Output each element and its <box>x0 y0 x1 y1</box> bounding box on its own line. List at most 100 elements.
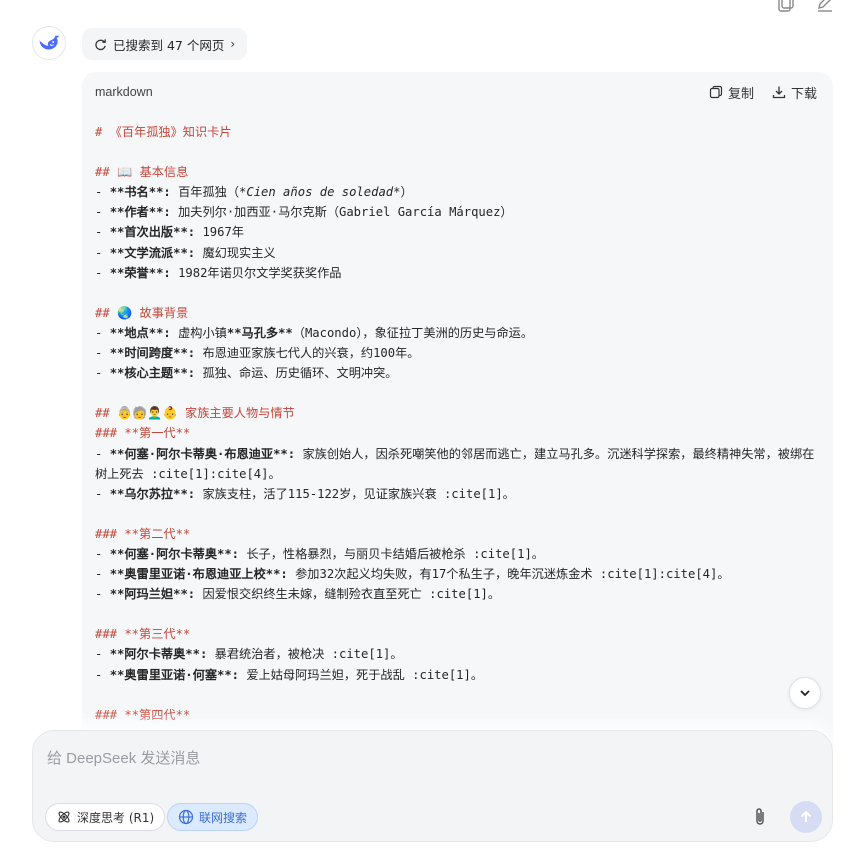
code-token: **核心主题**: <box>109 366 196 381</box>
code-token: - <box>95 446 110 461</box>
code-token: - <box>95 185 110 200</box>
scroll-to-bottom-button[interactable] <box>789 677 821 709</box>
code-token: - <box>95 325 110 340</box>
code-token: - <box>95 205 110 220</box>
paperclip-icon <box>756 808 764 825</box>
code-token: ## 🌏 故事背景 <box>95 305 189 320</box>
code-line: - **何塞·阿尔卡蒂奥**: 长子，性格暴烈，与丽贝卡结婚后被枪杀 :cite… <box>95 544 820 564</box>
code-token: 暴君统治者，被枪决 :cite[1]。 <box>207 647 403 662</box>
code-token: - <box>95 486 110 501</box>
deepseek-avatar <box>32 26 66 60</box>
download-code-button[interactable]: 下载 <box>772 83 817 102</box>
code-line: ## 🌏 故事背景 <box>95 303 820 323</box>
code-line: - **核心主题**: 孤独、命运、历史循环、文明冲突。 <box>95 363 820 383</box>
code-token: **地点**: <box>109 325 171 340</box>
code-token: **首次出版**: <box>109 225 196 240</box>
chevron-down-icon <box>800 690 810 697</box>
code-token: **阿玛兰妲**: <box>109 587 196 602</box>
whale-logo-icon <box>39 35 59 50</box>
code-line: - **作者**: 加夫列尔·加西亚·马尔克斯（Gabriel García M… <box>95 202 820 222</box>
copy-label: 复制 <box>727 86 754 102</box>
code-token: ### **第三代** <box>95 627 191 642</box>
code-line: - **阿尔卡蒂奥**: 暴君统治者，被枪决 :cite[1]。 <box>95 644 820 664</box>
code-token: **马孔多** <box>226 325 293 340</box>
code-line: - **奥雷里亚诺·何塞**: 爱上姑母阿玛兰妲，死于战乱 :cite[1]。 <box>95 665 820 685</box>
code-token: 因爱恨交织终生未嫁，缝制殓衣直至死亡 :cite[1]。 <box>195 587 501 602</box>
message-composer: 深度思考 (R1) 联网搜索 <box>32 730 833 842</box>
code-line: - **文学流派**: 魔幻现实主义 <box>95 243 820 263</box>
code-line: - **书名**: 百年孤独（*Cien años de soledad*） <box>95 182 820 202</box>
code-token: **奥雷里亚诺·何塞**: <box>109 667 240 682</box>
code-token: 爱上姑母阿玛兰妲，死于战乱 :cite[1]。 <box>239 667 484 682</box>
code-line: ## 📖 基本信息 <box>95 162 820 182</box>
code-token: ### **第一代** <box>95 426 191 441</box>
code-line: ### **第三代** <box>95 624 820 644</box>
code-token: 百年孤独（ <box>170 185 240 200</box>
send-button[interactable] <box>790 801 822 833</box>
code-token: # 《百年孤独》知识卡片 <box>95 125 232 139</box>
code-token: **何塞·阿尔卡蒂奥·布恩迪亚**: <box>109 446 296 461</box>
code-line: - **奥雷里亚诺·布恩迪亚上校**: 参加32次起义均失败，有17个私生子，晚… <box>95 564 820 584</box>
code-token: - <box>95 225 110 240</box>
web-search-toggle[interactable]: 联网搜索 <box>167 803 259 831</box>
code-token: 1967年 <box>195 225 244 240</box>
chevron-right-icon: › <box>230 37 236 51</box>
download-label: 下载 <box>790 86 817 102</box>
edit-icon[interactable] <box>815 0 835 12</box>
code-token: - <box>95 567 110 582</box>
message-input[interactable] <box>47 743 747 773</box>
refresh-search-icon <box>95 38 106 50</box>
code-line: - **荣誉**: 1982年诺贝尔文学奖获奖作品 <box>95 263 820 283</box>
code-token: ） <box>400 185 413 200</box>
attach-file-button[interactable] <box>746 803 774 831</box>
code-token: ## 👵🧓👨‍🦱👶 家族主要人物与情节 <box>95 406 295 421</box>
code-token: **奥雷里亚诺·布恩迪亚上校**: <box>109 567 288 582</box>
code-line: - **乌尔苏拉**: 家族支柱，活了115-122岁，见证家族兴衰 :cite… <box>95 484 820 504</box>
code-token: - <box>95 265 110 280</box>
code-line: - **地点**: 虚构小镇**马孔多**（Macondo），象征拉丁美洲的历史… <box>95 323 820 343</box>
copy-icon[interactable] <box>777 0 797 12</box>
code-block: markdown 复制 下载 # 《百年孤独》知识卡片 ## 📖 基本信息 - **… <box>82 72 833 792</box>
code-block-header: markdown 复制 下载 <box>82 72 833 112</box>
copy-icon <box>709 85 723 99</box>
copy-code-button[interactable]: 复制 <box>709 83 754 102</box>
code-token: 孤独、命运、历史循环、文明冲突。 <box>195 366 398 381</box>
code-line: # 《百年孤独》知识卡片 <box>95 122 820 142</box>
code-line: - **何塞·阿尔卡蒂奥·布恩迪亚**: 家族创始人，因杀死嘲笑他的邻居而逃亡，… <box>95 444 820 484</box>
code-token: （Macondo），象征拉丁美洲的历史与命运。 <box>292 325 534 340</box>
globe-icon <box>178 809 194 825</box>
code-token: **文学流派**: <box>109 245 196 260</box>
code-token: - <box>95 587 110 602</box>
web-search-label: 联网搜索 <box>199 810 248 825</box>
code-token: ### **第二代** <box>95 526 191 541</box>
chat-page: 已搜索到 47 个网页 › markdown 复制 下载 # 《百年孤独》知识卡… <box>0 0 865 850</box>
code-line: ### **第二代** <box>95 524 820 544</box>
code-line: - **首次出版**: 1967年 <box>95 222 820 242</box>
code-token: **何塞·阿尔卡蒂奥**: <box>109 546 240 561</box>
arrow-up-icon <box>800 810 812 822</box>
code-token: - <box>95 546 110 561</box>
code-line: ### **第四代** <box>95 705 820 725</box>
code-line: - **时间跨度**: 布恩迪亚家族七代人的兴衰，约100年。 <box>95 343 820 363</box>
code-content: # 《百年孤独》知识卡片 ## 📖 基本信息 - **书名**: 百年孤独（*Cie… <box>82 112 833 725</box>
search-results-toggle[interactable]: 已搜索到 47 个网页 › <box>82 28 248 60</box>
deep-think-toggle[interactable]: 深度思考 (R1) <box>45 803 166 831</box>
code-token: - <box>95 245 110 260</box>
code-token: 1982年诺贝尔文学奖获奖作品 <box>170 265 342 280</box>
code-token: - <box>95 346 110 361</box>
code-token: 家族支柱，活了115-122岁，见证家族兴衰 :cite[1]。 <box>195 486 515 501</box>
search-results-label: 已搜索到 47 个网页 <box>113 37 225 53</box>
code-token: **书名**: <box>109 185 171 200</box>
download-icon <box>772 86 786 99</box>
code-token: 布恩迪亚家族七代人的兴衰，约100年。 <box>195 346 420 361</box>
atom-icon <box>58 811 70 823</box>
code-block-actions: 复制 下载 <box>709 83 817 102</box>
code-token: *Cien años de soledad* <box>239 185 401 200</box>
code-line: - **阿玛兰妲**: 因爱恨交织终生未嫁，缝制殓衣直至死亡 :cite[1]。 <box>95 584 820 604</box>
code-token: 魔幻现实主义 <box>195 245 276 260</box>
code-token: ### **第四代** <box>95 707 191 722</box>
